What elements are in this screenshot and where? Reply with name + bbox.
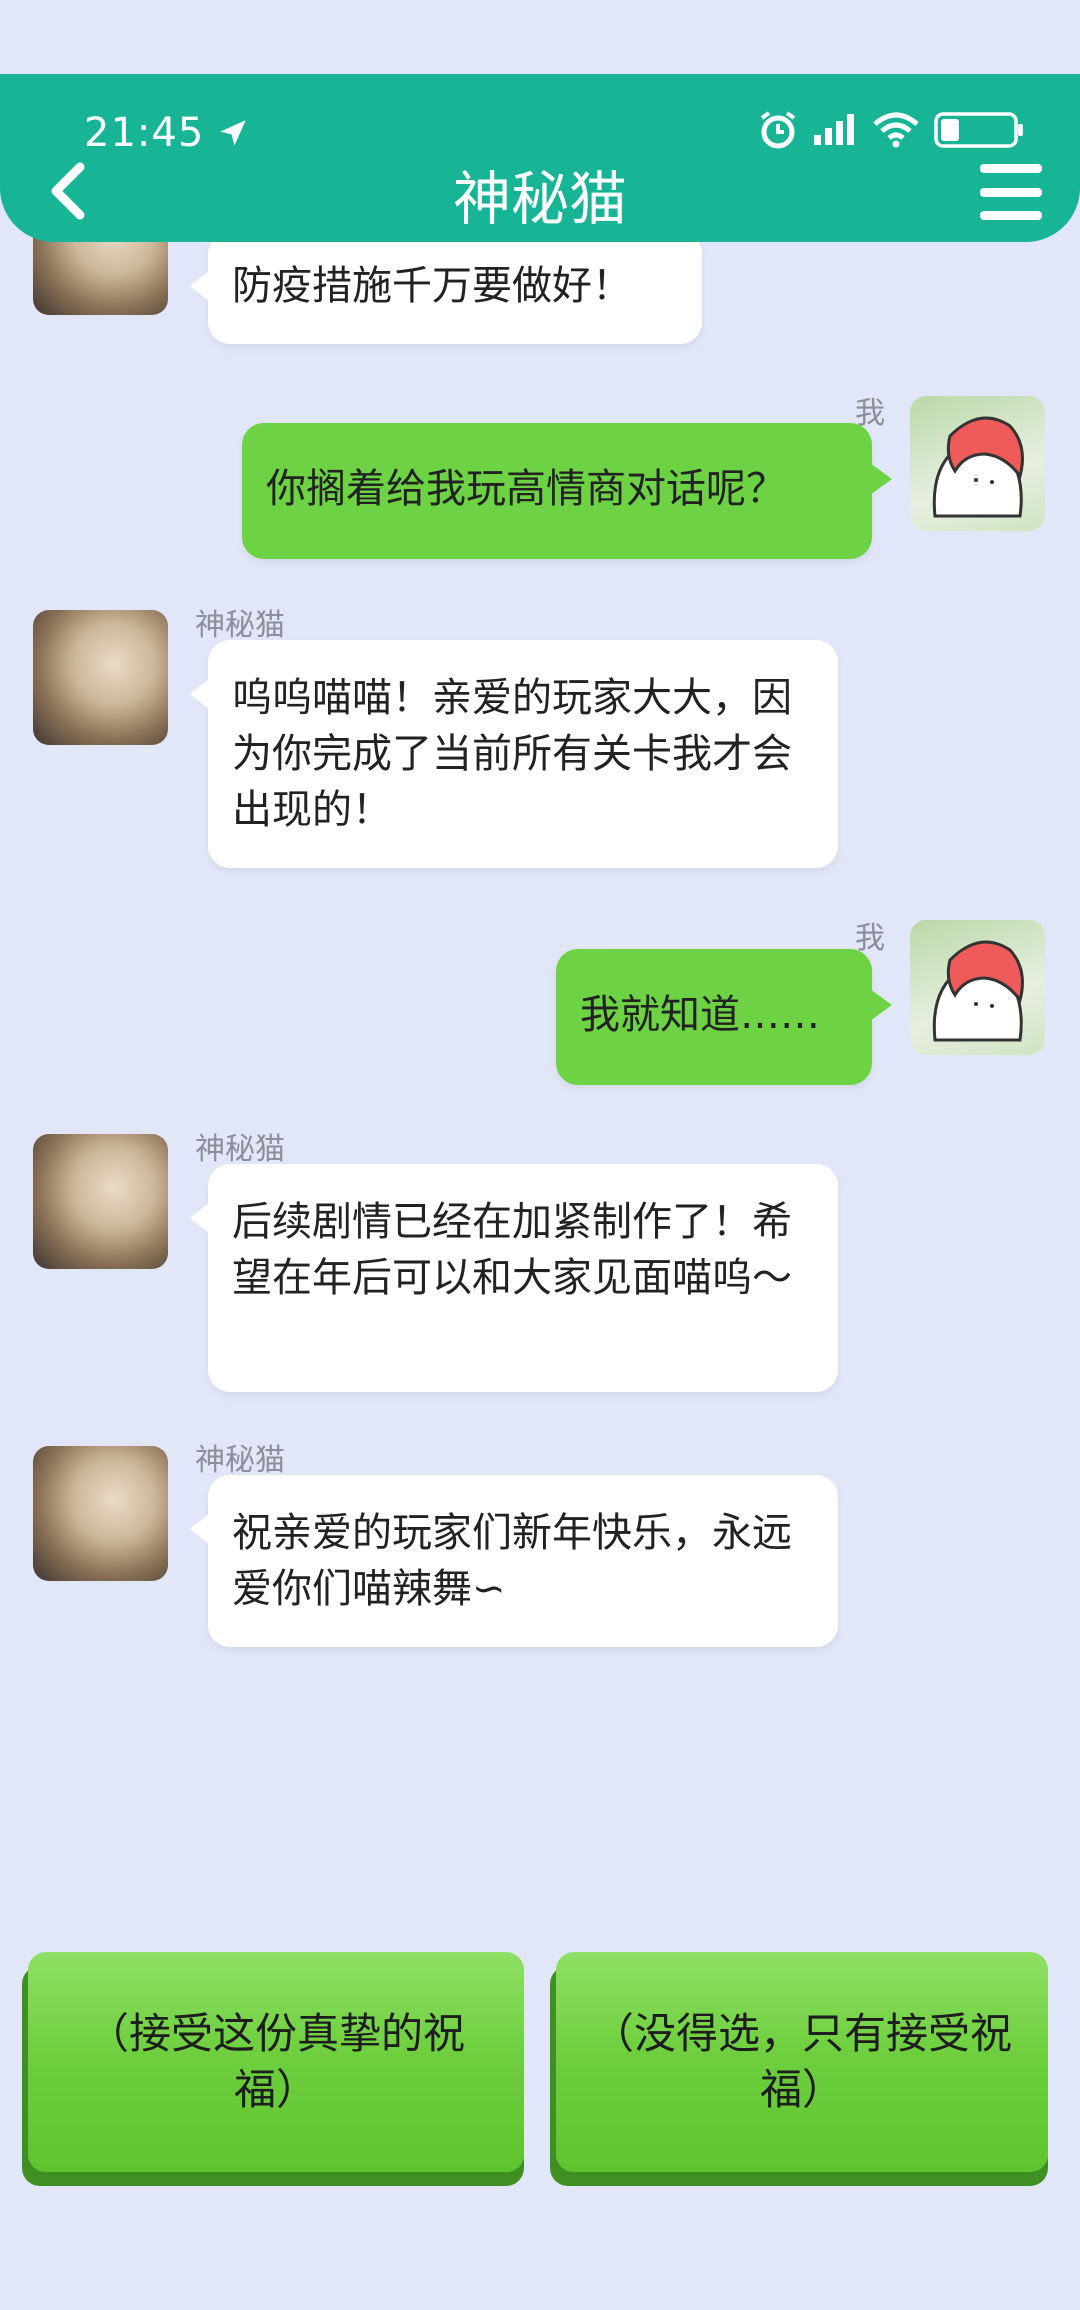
red-hood-character-icon	[932, 416, 1024, 518]
chat-bubble-me: 你搁着给我玩高情商对话呢？	[242, 423, 892, 559]
wifi-icon	[873, 112, 919, 148]
menu-button[interactable]	[980, 164, 1042, 220]
signal-strength-icon	[814, 114, 854, 145]
choice-button-accept[interactable]: （接受这份真挚的祝福）	[28, 1952, 524, 2172]
status-bar-icons	[758, 110, 1024, 150]
message-text: 我就知道……	[580, 992, 820, 1038]
app-header: 21:45 神秘猫	[0, 74, 1080, 242]
hamburger-menu-icon	[980, 164, 1042, 173]
chat-bubble-me: 我就知道……	[556, 949, 892, 1085]
alarm-icon	[760, 111, 796, 149]
chat-bubble-other: 防疫措施千万要做好！	[190, 232, 702, 344]
choice-button-no-choice[interactable]: （没得选，只有接受祝福）	[556, 1952, 1048, 2172]
message-text: 后续剧情已经在加紧制作了！希望在年后可以和大家见面喵呜～	[232, 1199, 792, 1301]
chat-title: 神秘猫	[452, 165, 627, 233]
cat-avatar[interactable]	[33, 1134, 168, 1269]
chat-bubble-other: 祝亲爱的玩家们新年快乐，永远爱你们喵辣舞∽	[190, 1475, 838, 1647]
clock-text: 21:45	[84, 110, 205, 156]
my-avatar[interactable]	[910, 920, 1045, 1055]
my-avatar[interactable]	[910, 396, 1045, 531]
sender-name: 神秘猫	[195, 1443, 285, 1478]
location-arrow-icon	[220, 120, 247, 146]
message-text: 防疫措施千万要做好！	[232, 263, 632, 309]
message-text: 祝亲爱的玩家们新年快乐，永远爱你们喵辣舞∽	[232, 1510, 792, 1612]
choice-label: （接受这份真挚的祝福）	[86, 2009, 465, 2114]
cat-avatar[interactable]	[33, 610, 168, 745]
sender-name: 神秘猫	[195, 1132, 285, 1167]
battery-icon	[934, 112, 1023, 148]
status-bar-time: 21:45	[84, 110, 250, 156]
red-hood-character-icon	[932, 940, 1024, 1042]
chat-bubble-other: 后续剧情已经在加紧制作了！希望在年后可以和大家见面喵呜～	[190, 1164, 838, 1392]
choice-label: （没得选，只有接受祝福）	[591, 2009, 1012, 2114]
message-text: 呜呜喵喵！亲爱的玩家大大，因为你完成了当前所有关卡我才会出现的！	[232, 675, 792, 833]
message-text: 你搁着给我玩高情商对话呢？	[266, 466, 786, 512]
chat-area: 防疫措施千万要做好！ 我 你搁着给我玩高情商对话呢？ 神秘猫 呜呜喵喵！亲爱的玩…	[0, 0, 1080, 1900]
cat-avatar[interactable]	[33, 1446, 168, 1581]
chat-bubble-other: 呜呜喵喵！亲爱的玩家大大，因为你完成了当前所有关卡我才会出现的！	[190, 640, 838, 868]
sender-name: 神秘猫	[195, 608, 285, 643]
